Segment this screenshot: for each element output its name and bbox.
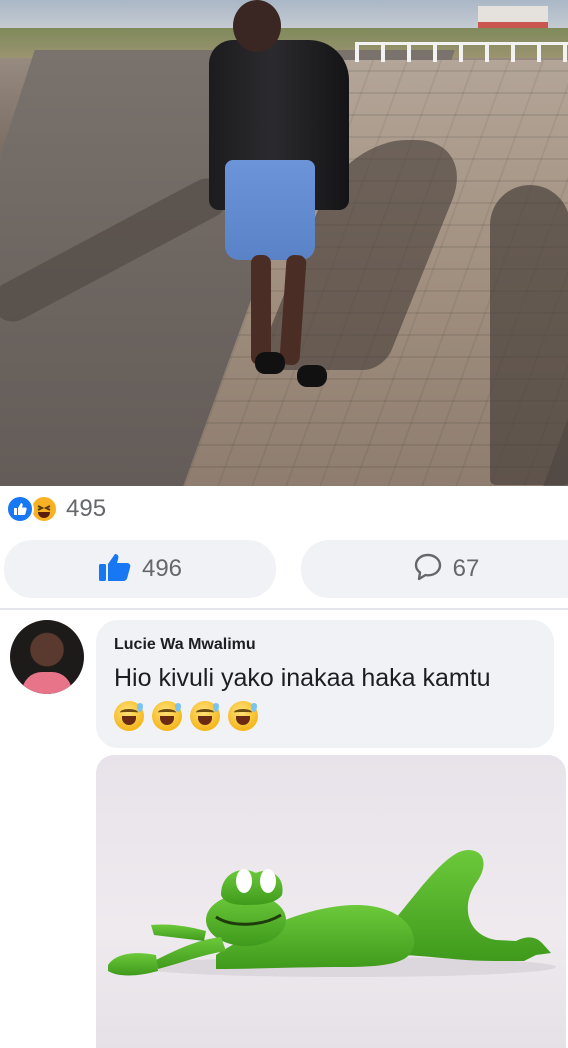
grinning-sweat-emoji-icon xyxy=(152,701,182,731)
comment-count: 67 xyxy=(452,555,480,582)
photo-building xyxy=(478,6,548,28)
grinning-sweat-emoji-icon xyxy=(190,701,220,731)
comment-emoji-row xyxy=(114,701,536,731)
post-photo[interactable] xyxy=(0,0,568,486)
grinning-sweat-emoji-icon xyxy=(228,701,258,731)
kermit-lying-image xyxy=(108,850,556,977)
avatar-shirt xyxy=(22,672,72,694)
grinning-sweat-emoji-icon xyxy=(114,701,144,731)
comment-icon xyxy=(413,552,443,587)
comment-bubble[interactable]: Lucie Wa Mwalimu Hio kivuli yako inakaa … xyxy=(96,620,554,748)
like-count: 496 xyxy=(141,555,183,582)
comment-image-attachment[interactable] xyxy=(96,755,566,1048)
person-dress xyxy=(225,160,315,260)
photo-fence xyxy=(355,42,568,62)
thumbs-up-icon xyxy=(98,552,132,587)
like-icon xyxy=(6,495,34,523)
reaction-count: 495 xyxy=(66,495,107,522)
person-shoe-left xyxy=(255,352,285,374)
person-shoe-right xyxy=(297,365,327,387)
person-leg-right xyxy=(279,254,307,366)
comment-text: Hio kivuli yako inakaa haka kamtu xyxy=(114,664,491,692)
photo-person xyxy=(205,0,355,395)
comment-button[interactable]: 67 xyxy=(301,540,568,598)
like-button[interactable]: 496 xyxy=(4,540,276,598)
haha-icon xyxy=(30,495,58,523)
photo-shadow-man xyxy=(490,185,568,485)
person-leg-left xyxy=(251,255,271,365)
person-head xyxy=(233,0,281,52)
section-divider xyxy=(0,608,568,610)
commenter-avatar[interactable] xyxy=(10,620,84,694)
reactions-summary[interactable]: 495 xyxy=(6,494,106,524)
comment-author[interactable]: Lucie Wa Mwalimu xyxy=(114,636,536,654)
